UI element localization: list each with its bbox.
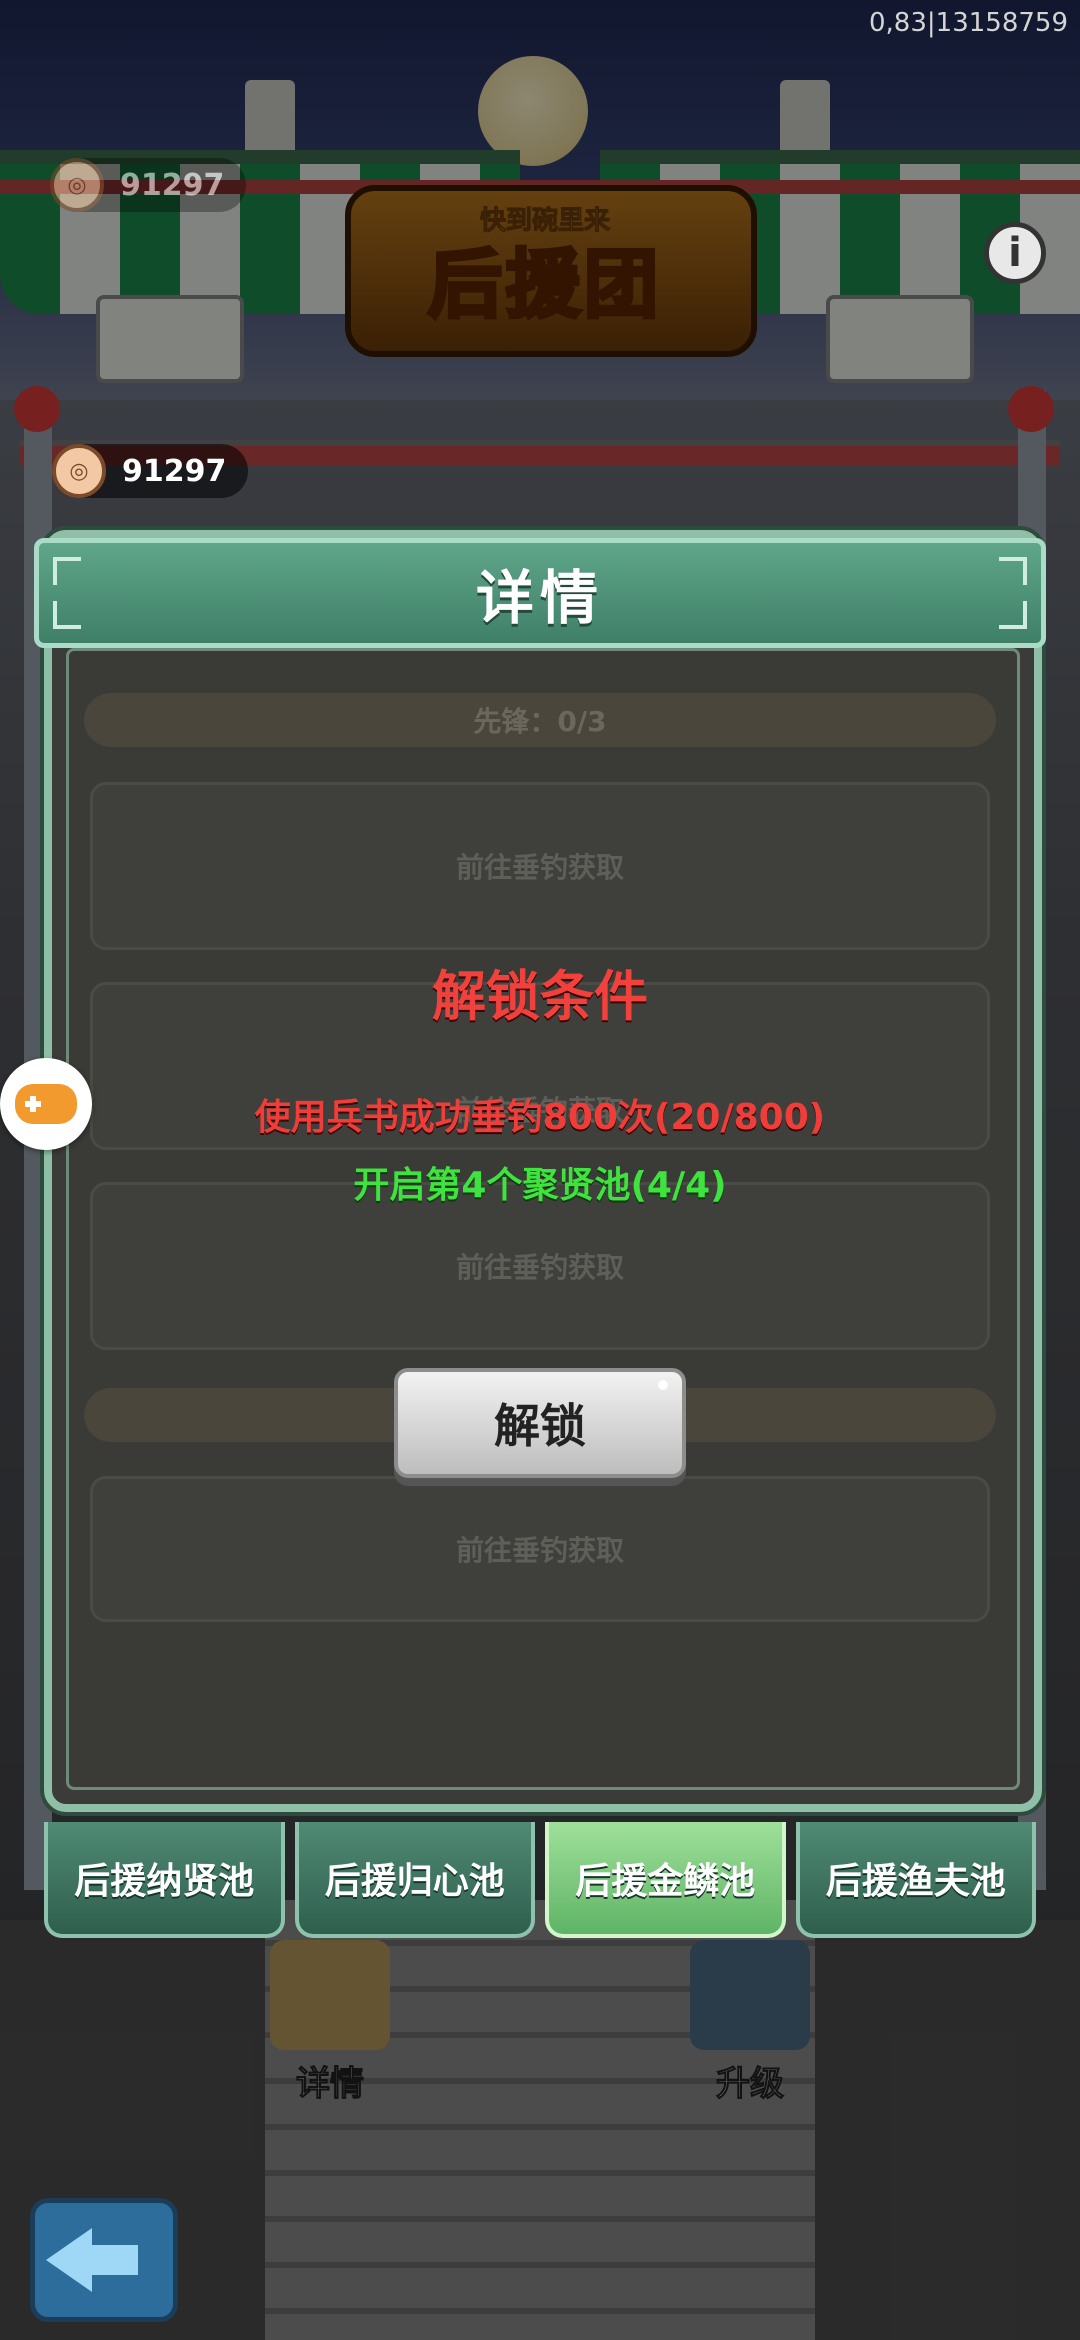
coin-icon: ◎	[52, 444, 106, 498]
back-button[interactable]	[30, 2198, 178, 2322]
tab-najian-pool[interactable]: 后援纳贤池	[44, 1822, 285, 1938]
condition-pools: 开启第4个聚贤池(4/4)	[353, 1165, 727, 1206]
condition-fishing: 使用兵书成功垂钓800次(20/800)	[254, 1097, 826, 1138]
build-id-text: 0,83|13158759	[869, 8, 1068, 38]
gamepad-icon[interactable]	[0, 1058, 92, 1150]
vanguard-section-header: 先锋：0/3	[84, 693, 996, 747]
coin-icon: ◎	[50, 158, 104, 212]
currency-pill-top: ◎ 91297	[50, 158, 247, 212]
slot-1[interactable]: 前往垂钓获取	[90, 782, 990, 950]
modal-title: 详情	[475, 564, 604, 632]
unlock-button-label: 解锁	[494, 1399, 586, 1453]
currency-pill: ◎ 91297	[52, 444, 249, 498]
modal-header: 详情	[34, 538, 1046, 648]
currency-value: 91297	[122, 453, 227, 489]
back-arrow-icon	[46, 2228, 92, 2292]
tab-jinlin-pool[interactable]: 后援金鳞池	[545, 1822, 786, 1938]
currency-top-value: 91297	[120, 167, 225, 203]
unlock-conditions-title: 解锁条件	[432, 965, 648, 1028]
tab-yufu-pool[interactable]: 后援渔夫池	[795, 1822, 1036, 1938]
pool-tabs: 后援纳贤池 后援归心池 后援金鳞池 后援渔夫池	[44, 1822, 1036, 1938]
slot-4[interactable]: 前往垂钓获取	[90, 1476, 990, 1622]
tab-guixin-pool[interactable]: 后援归心池	[294, 1822, 535, 1938]
unlock-button[interactable]: 解锁	[394, 1368, 686, 1478]
info-icon[interactable]: i	[984, 222, 1046, 284]
